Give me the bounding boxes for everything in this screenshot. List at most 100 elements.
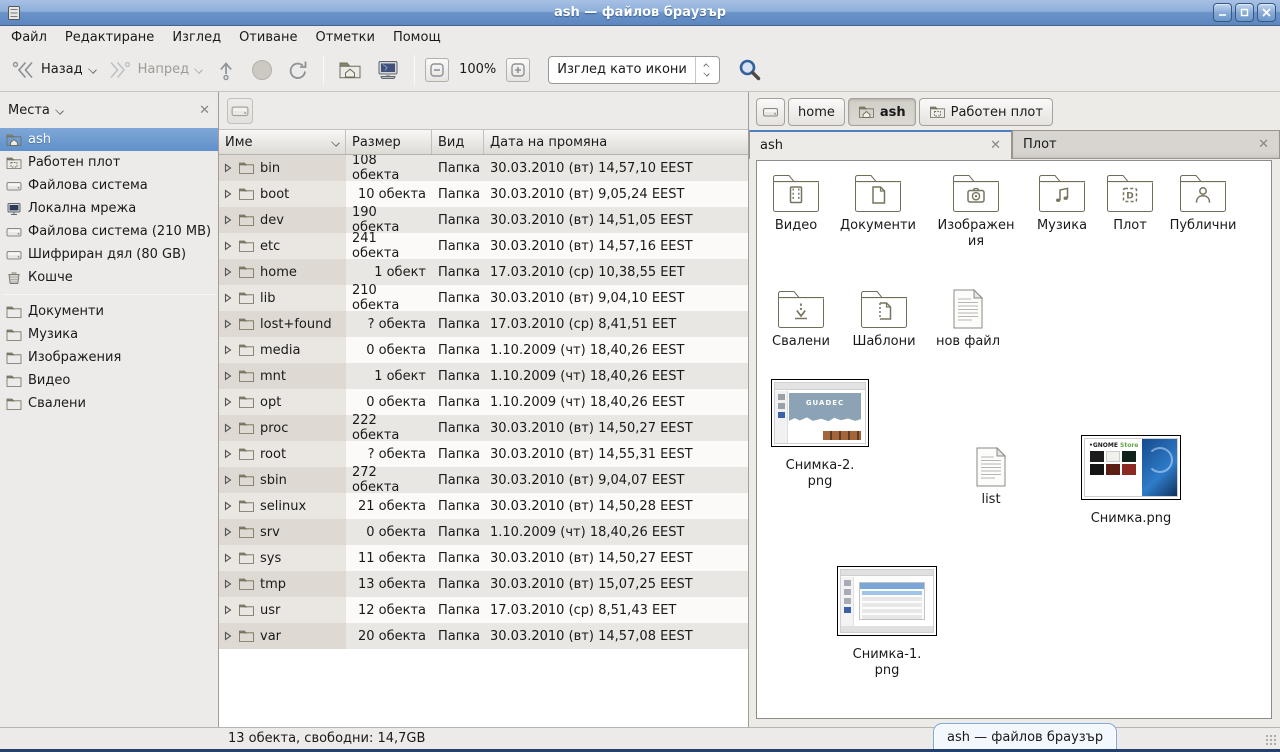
places-header-select[interactable]: Места (8, 103, 50, 118)
sidebar-item-documents[interactable]: Документи (0, 300, 218, 323)
expander-icon[interactable] (223, 553, 233, 563)
sidebar-item-pictures[interactable]: Изображения (0, 346, 218, 369)
expander-icon[interactable] (223, 267, 233, 277)
minimize-button[interactable] (1213, 3, 1232, 22)
back-dropdown-icon[interactable] (88, 65, 97, 74)
taskbar-window-button[interactable]: ash — файлов браузър (933, 723, 1117, 750)
expander-icon[interactable] (223, 371, 233, 381)
icon-item-list[interactable]: list (951, 447, 1031, 508)
root-location-button[interactable] (227, 98, 253, 124)
view-mode-select[interactable]: Изглед като икони (548, 56, 720, 84)
home-button[interactable] (332, 54, 368, 86)
table-row-lib[interactable]: lib 210 обекта Папка 30.03.2010 (вт) 9,0… (219, 285, 748, 311)
expander-icon[interactable] (223, 605, 233, 615)
sidebar-item-videos[interactable]: Видео (0, 369, 218, 392)
table-row-proc[interactable]: proc 222 обекта Папка 30.03.2010 (вт) 14… (219, 415, 748, 441)
column-header-type[interactable]: Вид (432, 130, 484, 154)
tab-plot[interactable]: Плот ✕ (1012, 130, 1280, 158)
icon-item-templates[interactable]: Шаблони (836, 289, 932, 350)
tab-ash[interactable]: ash ✕ (749, 130, 1012, 159)
icon-item-pictures[interactable]: Изображен ия (928, 173, 1024, 249)
sidebar-item-network[interactable]: Локална мрежа (0, 197, 218, 220)
search-button[interactable] (732, 53, 768, 87)
expander-icon[interactable] (223, 527, 233, 537)
menu-help[interactable]: Помощ (384, 28, 450, 47)
expander-icon[interactable] (223, 163, 233, 173)
menu-edit[interactable]: Редактиране (56, 28, 163, 47)
table-row-sbin[interactable]: sbin 272 обекта Папка 30.03.2010 (вт) 9,… (219, 467, 748, 493)
sidebar-item-trash[interactable]: Кошче (0, 266, 218, 289)
icon-item-public[interactable]: Публични (1155, 173, 1251, 234)
table-row-sys[interactable]: sys 11 обекта Папка 30.03.2010 (вт) 14,5… (219, 545, 748, 571)
table-row-selinux[interactable]: selinux 21 обекта Папка 30.03.2010 (вт) … (219, 493, 748, 519)
table-row-srv[interactable]: srv 0 обекта Папка 1.10.2009 (чт) 18,40,… (219, 519, 748, 545)
zoom-out-button[interactable] (425, 58, 449, 82)
expander-icon[interactable] (223, 215, 233, 225)
column-header-size[interactable]: Размер (346, 130, 432, 154)
up-button[interactable] (209, 54, 243, 86)
places-header-chevron-icon[interactable] (55, 106, 64, 115)
sidebar-item-filesystem-210[interactable]: Файлова система (210 MB) (0, 220, 218, 243)
expander-icon[interactable] (223, 345, 233, 355)
icon-item-snimka-2[interactable]: GUADEC Снимка-2. png (768, 379, 872, 489)
sidebar-item-filesystem[interactable]: Файлова система (0, 174, 218, 197)
menu-view[interactable]: Изглед (163, 28, 230, 47)
sidebar-item-desktop[interactable]: Работен плот (0, 151, 218, 174)
expander-icon[interactable] (223, 579, 233, 589)
icon-item-snimka[interactable]: •GNOME Store Снимка.png (1078, 435, 1184, 527)
table-row-lost+found[interactable]: lost+found ? обекта Папка 17.03.2010 (ср… (219, 311, 748, 337)
sidebar-close-icon[interactable]: ✕ (199, 103, 210, 118)
back-button[interactable]: Назад (6, 54, 101, 86)
expander-icon[interactable] (223, 475, 233, 485)
table-row-home[interactable]: home 1 обект Папка 17.03.2010 (ср) 10,38… (219, 259, 748, 285)
forward-button[interactable]: Напред (103, 54, 207, 86)
expander-icon[interactable] (223, 397, 233, 407)
table-row-mnt[interactable]: mnt 1 обект Папка 1.10.2009 (чт) 18,40,2… (219, 363, 748, 389)
expander-icon[interactable] (223, 241, 233, 251)
menu-go[interactable]: Отиване (230, 28, 306, 47)
expander-icon[interactable] (223, 501, 233, 511)
title-bar[interactable]: ash — файлов браузър (0, 0, 1280, 26)
sidebar-item-music[interactable]: Музика (0, 323, 218, 346)
close-button[interactable] (1257, 3, 1276, 22)
table-row-opt[interactable]: opt 0 обекта Папка 1.10.2009 (чт) 18,40,… (219, 389, 748, 415)
expander-icon[interactable] (223, 449, 233, 459)
reload-button[interactable] (281, 54, 315, 86)
path-button-desktop[interactable]: Работен плот (919, 98, 1053, 126)
forward-dropdown-icon[interactable] (194, 65, 203, 74)
icon-item-documents[interactable]: Документи (830, 173, 926, 234)
expander-icon[interactable] (223, 319, 233, 329)
table-row-boot[interactable]: boot 10 обекта Папка 30.03.2010 (вт) 9,0… (219, 181, 748, 207)
path-button-home[interactable]: home (788, 98, 845, 126)
stop-button[interactable] (245, 54, 279, 86)
expander-icon[interactable] (223, 189, 233, 199)
tab-close-icon[interactable]: ✕ (990, 138, 1001, 153)
resize-grip[interactable] (1265, 734, 1277, 746)
sidebar-item-downloads[interactable]: Свалени (0, 392, 218, 415)
table-row-var[interactable]: var 20 обекта Папка 30.03.2010 (вт) 14,5… (219, 623, 748, 649)
column-header-name[interactable]: Име (219, 130, 346, 154)
zoom-in-button[interactable] (506, 58, 530, 82)
expander-icon[interactable] (223, 631, 233, 641)
table-row-root[interactable]: root ? обекта Папка 30.03.2010 (вт) 14,5… (219, 441, 748, 467)
menu-bookmarks[interactable]: Отметки (306, 28, 383, 47)
tab-close-icon[interactable]: ✕ (1258, 137, 1269, 152)
table-row-etc[interactable]: etc 241 обекта Папка 30.03.2010 (вт) 14,… (219, 233, 748, 259)
path-button-ash[interactable]: ash (848, 98, 916, 126)
table-row-bin[interactable]: bin 108 обекта Папка 30.03.2010 (вт) 14,… (219, 155, 748, 181)
sidebar-item-home[interactable]: ash (0, 128, 218, 151)
maximize-button[interactable] (1235, 3, 1254, 22)
table-row-dev[interactable]: dev 190 обекта Папка 30.03.2010 (вт) 14,… (219, 207, 748, 233)
icon-view[interactable]: Видео Документи Изображен ия Музика Плот… (756, 160, 1272, 719)
computer-button[interactable] (370, 54, 406, 86)
sidebar-item-encrypted-80[interactable]: Шифриран дял (80 GB) (0, 243, 218, 266)
table-row-usr[interactable]: usr 12 обекта Папка 17.03.2010 (ср) 8,51… (219, 597, 748, 623)
icon-item-snimka-1[interactable]: Снимка-1. png (834, 566, 940, 678)
table-row-tmp[interactable]: tmp 13 обекта Папка 30.03.2010 (вт) 15,0… (219, 571, 748, 597)
column-header-date[interactable]: Дата на промяна (484, 130, 748, 154)
table-row-media[interactable]: media 0 обекта Папка 1.10.2009 (чт) 18,4… (219, 337, 748, 363)
expander-icon[interactable] (223, 293, 233, 303)
expander-icon[interactable] (223, 423, 233, 433)
icon-item-new-file[interactable]: нов файл (928, 289, 1008, 350)
menu-file[interactable]: Файл (2, 28, 56, 47)
